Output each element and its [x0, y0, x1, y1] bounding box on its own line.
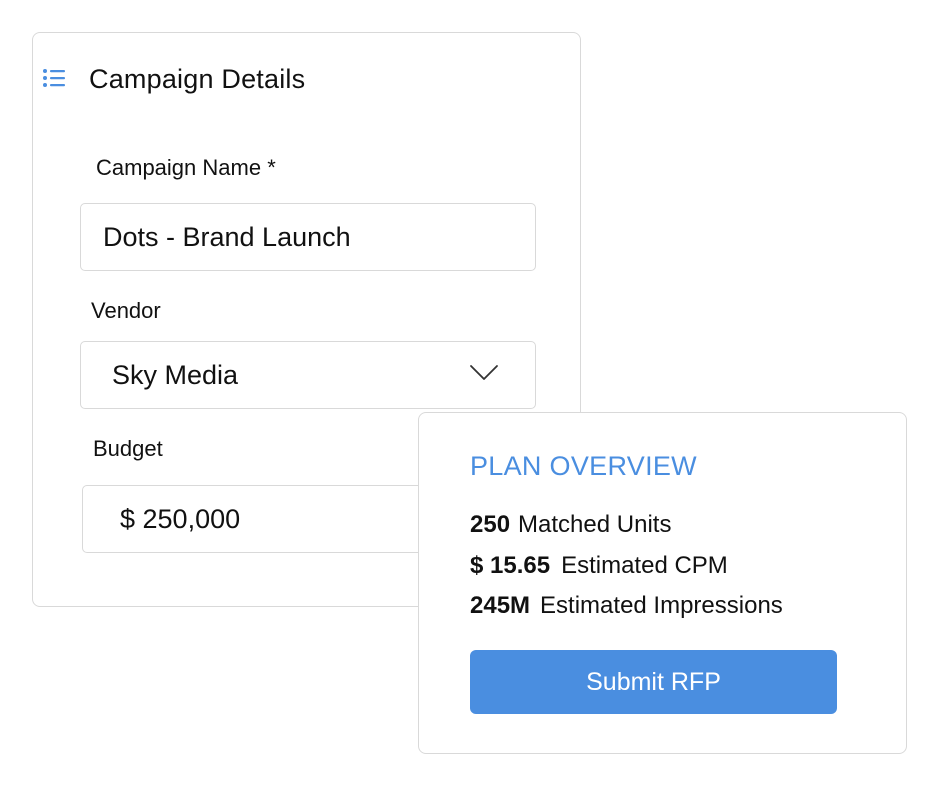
stat-matched-units: 250 Matched Units [470, 511, 671, 539]
budget-label: Budget [93, 436, 163, 461]
stat-estimated-impressions: 245M Estimated Impressions [470, 592, 783, 620]
campaign-details-header: Campaign Details [43, 64, 306, 95]
card-title: Campaign Details [89, 64, 306, 94]
list-icon [43, 69, 65, 87]
vendor-label: Vendor [91, 298, 161, 323]
stat-label: Estimated Impressions [540, 592, 783, 619]
stat-value: $ 15.65 [470, 552, 551, 579]
campaign-name-value: Dots - Brand Launch [103, 221, 351, 252]
page: Campaign Details Campaign Name * Dots - … [0, 0, 940, 788]
stat-value: 250 [470, 511, 511, 538]
budget-value: $ 250,000 [120, 503, 241, 534]
vendor-select[interactable]: Sky Media [80, 341, 536, 409]
stat-value: 245M [470, 592, 531, 619]
vendor-value: Sky Media [112, 359, 239, 390]
plan-overview-card: PLAN OVERVIEW 250 Matched Units $ 15.65 Es… [418, 412, 907, 754]
stat-label: Matched Units [518, 511, 672, 538]
stat-label: Estimated CPM [561, 552, 728, 579]
stat-estimated-cpm: $ 15.65 Estimated CPM [470, 552, 728, 580]
plan-overview-title: PLAN OVERVIEW [470, 451, 697, 481]
submit-rfp-button[interactable]: Submit RFP [470, 650, 837, 714]
campaign-name-input[interactable]: Dots - Brand Launch [80, 203, 536, 271]
campaign-name-label: Campaign Name * [96, 155, 276, 180]
chevron-down-icon[interactable] [469, 364, 499, 382]
